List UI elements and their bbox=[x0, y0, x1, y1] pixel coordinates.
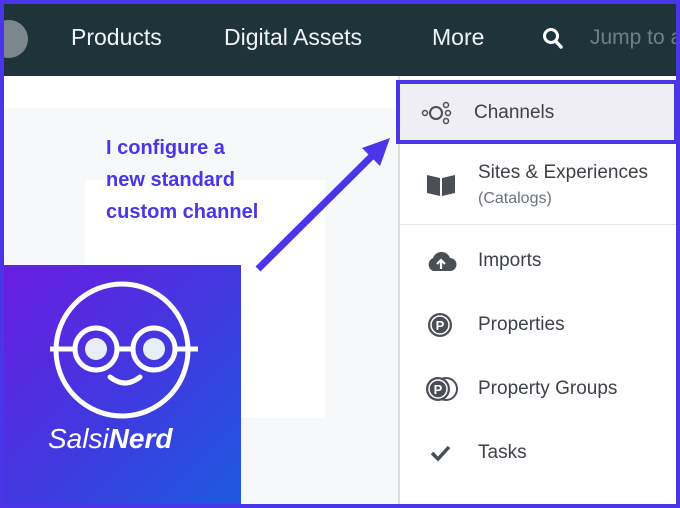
salsinerd-logo: SalsiNerd bbox=[4, 265, 241, 504]
menu-item-imports[interactable]: Imports bbox=[400, 232, 676, 292]
menu-divider bbox=[400, 224, 676, 225]
menu-item-label: Sites & Experiences bbox=[478, 162, 649, 183]
menu-item-label: Property Groups bbox=[478, 378, 618, 399]
logo-text-bold: Nerd bbox=[108, 423, 173, 454]
logo-wordmark: SalsiNerd bbox=[48, 423, 173, 455]
menu-item-tasks[interactable]: Tasks bbox=[400, 424, 676, 484]
app-frame: Products Digital Assets More Jump to a I… bbox=[4, 4, 676, 504]
menu-item-sites-experiences[interactable]: Sites & Experiences (Catalogs) bbox=[400, 152, 676, 222]
menu-item-properties[interactable]: P Properties bbox=[400, 296, 676, 356]
menu-item-sublabel: (Catalogs) bbox=[478, 190, 552, 207]
nerd-face-icon bbox=[50, 281, 198, 419]
cloud-upload-icon bbox=[428, 251, 457, 271]
menu-item-property-groups[interactable]: P Property Groups bbox=[400, 360, 676, 420]
svg-text:P: P bbox=[436, 318, 445, 333]
menu-item-label: Properties bbox=[478, 314, 565, 335]
svg-text:P: P bbox=[434, 382, 443, 397]
menu-item-label: Imports bbox=[478, 250, 542, 271]
book-icon bbox=[427, 175, 455, 196]
more-dropdown-menu: Channels Sites & Experiences (Catalogs) … bbox=[396, 76, 676, 504]
property-icon: P bbox=[428, 313, 452, 337]
menu-item-channels[interactable]: Channels bbox=[396, 80, 676, 144]
channels-icon bbox=[421, 101, 452, 125]
menu-item-label: Channels bbox=[474, 102, 555, 123]
property-group-icon: P bbox=[426, 377, 458, 401]
check-icon bbox=[430, 445, 451, 462]
logo-text-light: Salsi bbox=[48, 423, 109, 454]
menu-item-label: Tasks bbox=[478, 442, 527, 463]
